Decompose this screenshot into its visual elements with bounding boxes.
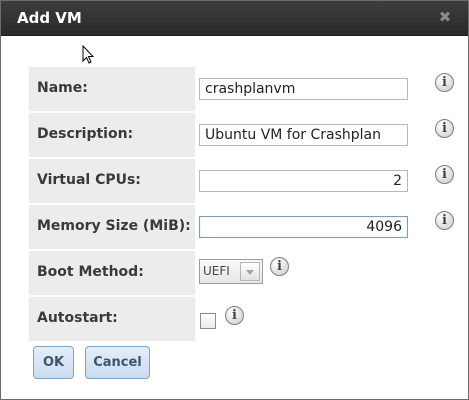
chevron-down-icon[interactable]: [240, 262, 260, 281]
boot-method-select[interactable]: UEFI: [199, 259, 263, 284]
autostart-help-icon[interactable]: [225, 306, 244, 325]
memory-label-cell: Memory Size (MiB):: [29, 205, 195, 249]
autostart-checkbox[interactable]: [200, 313, 216, 329]
boot-method-label-cell: Boot Method:: [29, 251, 195, 295]
name-input[interactable]: crashplanvm: [199, 78, 408, 100]
memory-label: Memory Size (MiB):: [37, 218, 191, 234]
boot-method-selected: UEFI: [203, 264, 230, 278]
name-label-cell: Name:: [29, 67, 195, 111]
name-label: Name:: [37, 80, 88, 96]
ok-button[interactable]: OK: [33, 346, 74, 379]
vcpus-input[interactable]: 2: [199, 170, 408, 192]
vcpus-help-icon[interactable]: [435, 165, 454, 184]
cancel-button[interactable]: Cancel: [85, 346, 150, 379]
boot-method-label: Boot Method:: [37, 264, 144, 280]
description-input[interactable]: Ubuntu VM for Crashplan: [199, 124, 408, 146]
vcpus-label-cell: Virtual CPUs:: [29, 159, 195, 203]
add-vm-dialog: Add VM ✖ Name: crashplanvm Description: …: [0, 0, 469, 400]
boot-method-help-icon[interactable]: [270, 257, 289, 276]
name-help-icon[interactable]: [435, 73, 454, 92]
close-icon[interactable]: ✖: [438, 10, 452, 25]
memory-input[interactable]: 4096: [199, 216, 408, 238]
description-label-cell: Description:: [29, 113, 195, 157]
dialog-titlebar[interactable]: Add VM ✖: [1, 1, 468, 36]
autostart-label-cell: Autostart:: [29, 297, 195, 341]
memory-help-icon[interactable]: [435, 211, 454, 230]
dialog-title: Add VM: [17, 9, 82, 27]
vcpus-label: Virtual CPUs:: [37, 172, 141, 188]
description-label: Description:: [37, 126, 134, 142]
autostart-label: Autostart:: [37, 310, 118, 326]
mouse-cursor-icon: [82, 45, 94, 64]
description-help-icon[interactable]: [435, 119, 454, 138]
